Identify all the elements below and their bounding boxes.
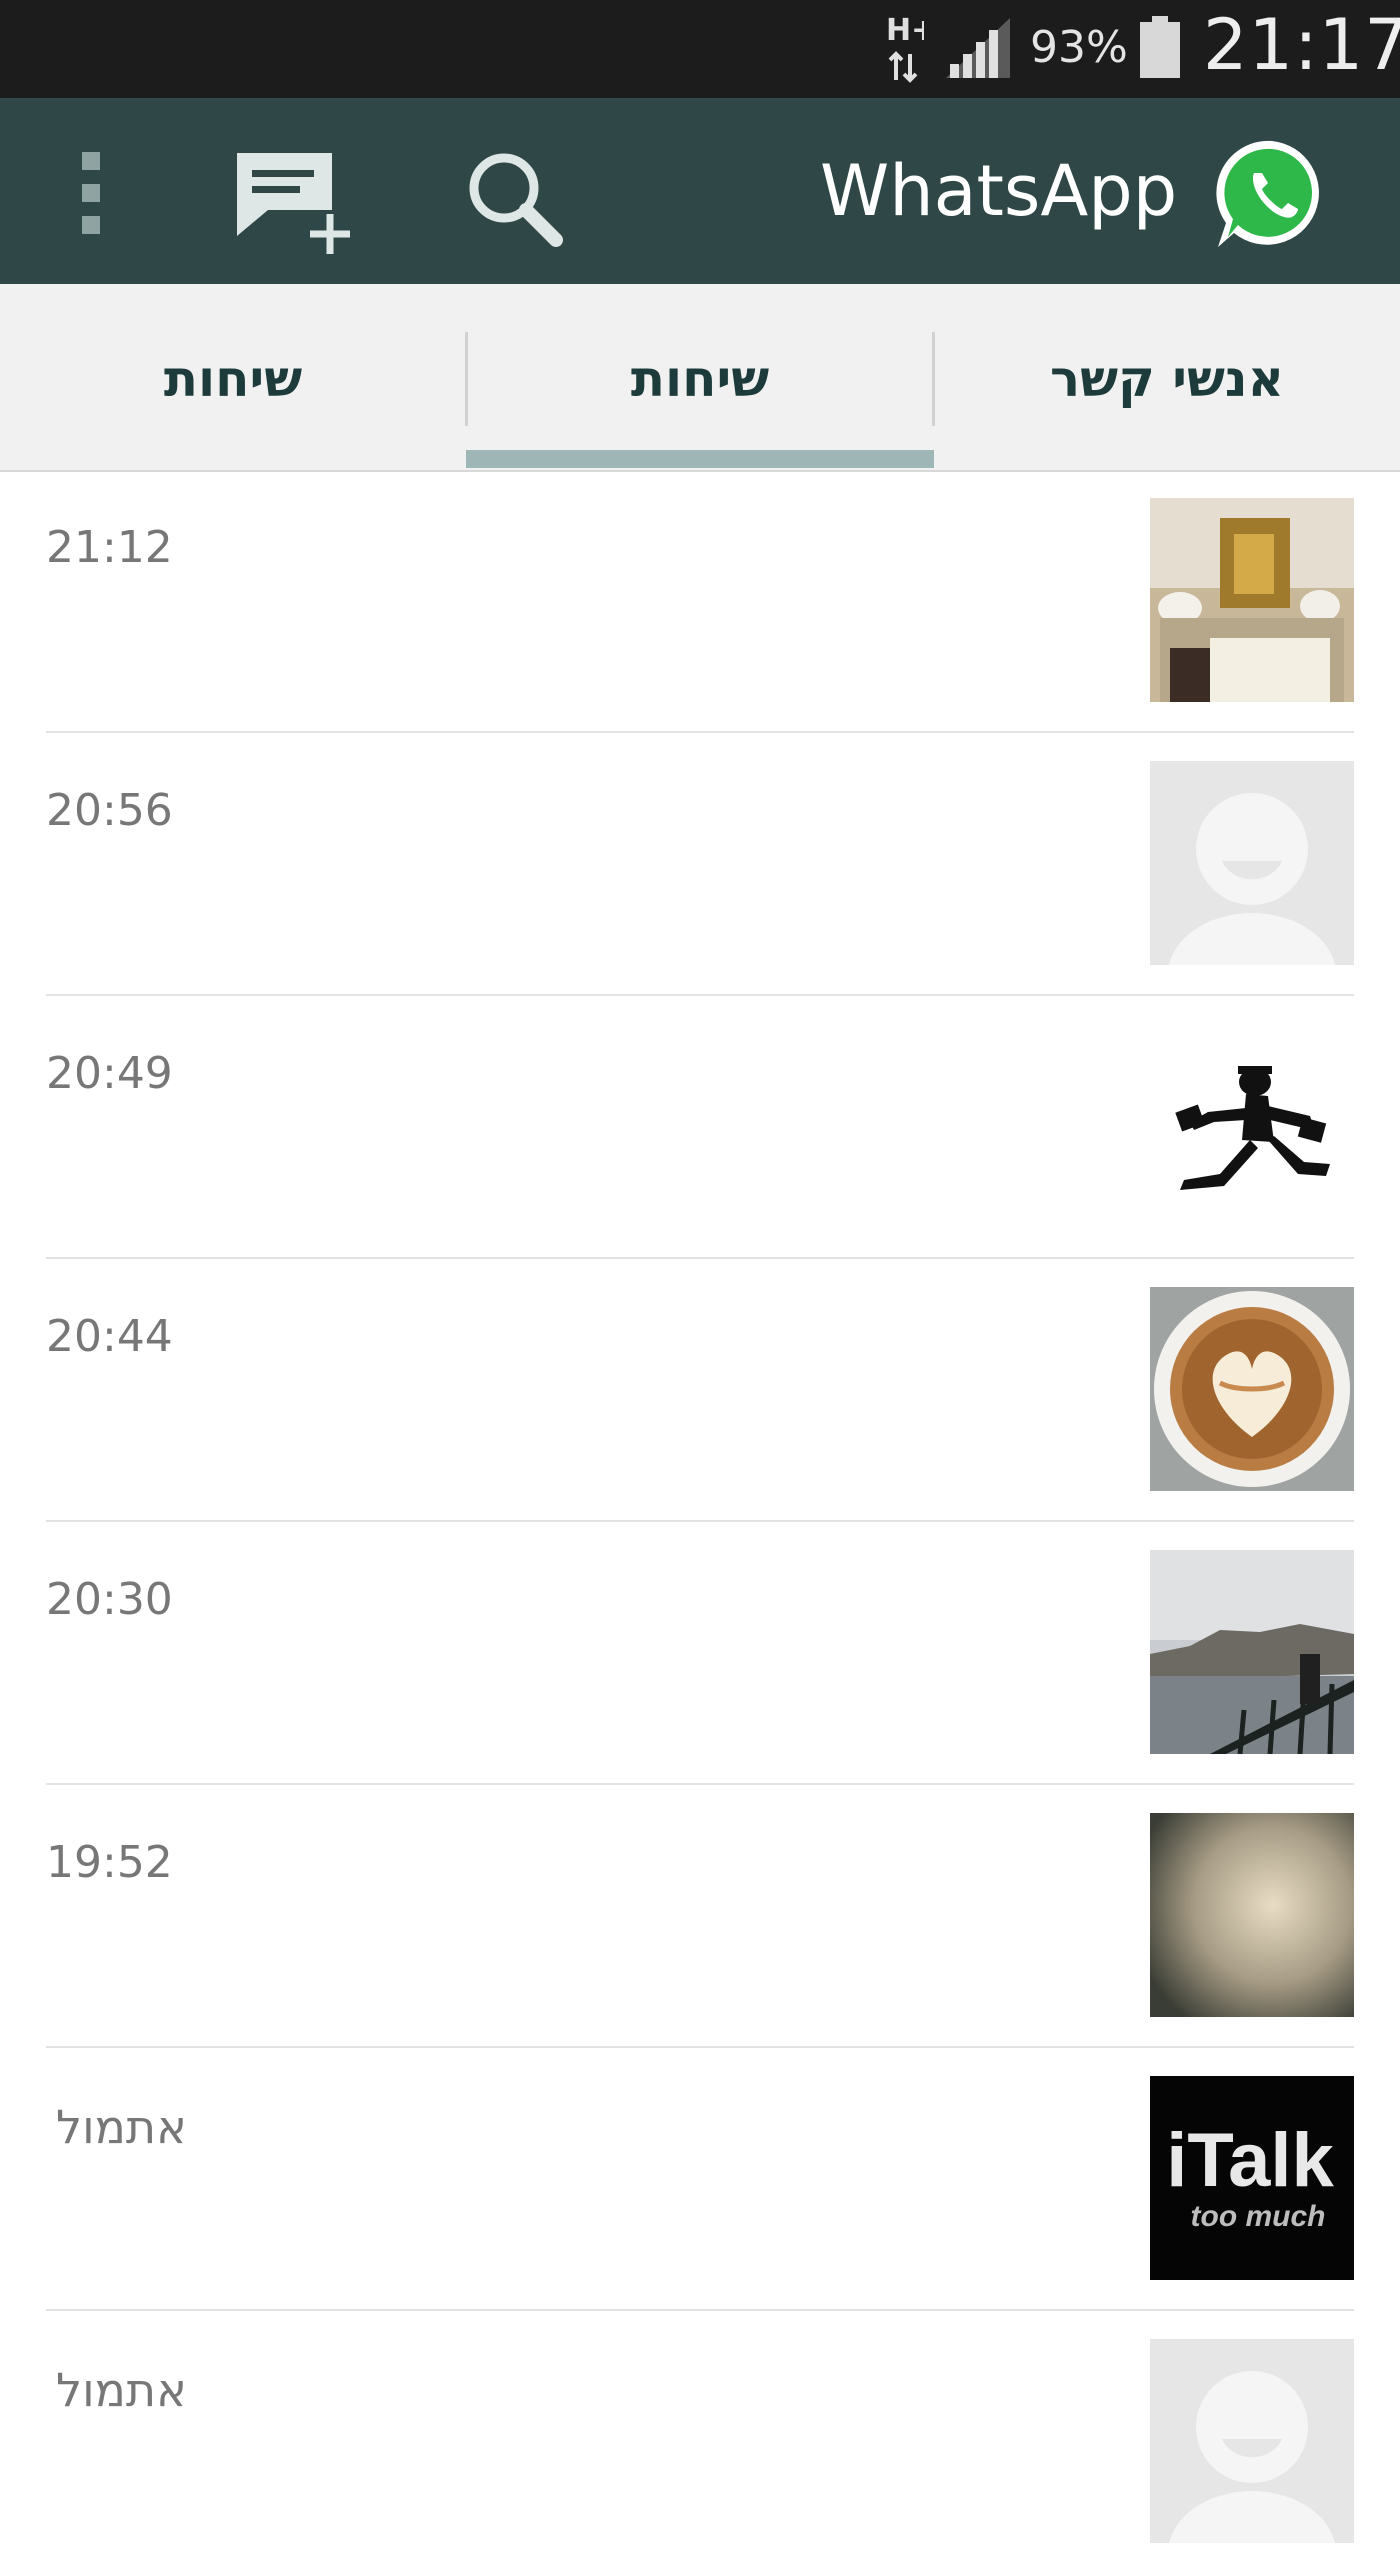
chat-row[interactable]: 20:49	[0, 996, 1400, 1259]
chat-time: אתמול	[56, 2363, 187, 2417]
network-arrows-icon: H+	[886, 13, 924, 83]
battery-percent: 93%	[1030, 22, 1128, 73]
battery-icon	[1140, 16, 1180, 78]
selected-tab-indicator	[466, 450, 934, 468]
default-contact-icon[interactable]	[1150, 761, 1354, 965]
chat-row[interactable]: 20:56	[0, 733, 1400, 996]
chat-time: 20:56	[46, 785, 173, 836]
chat-time: 21:12	[46, 522, 173, 573]
chat-row[interactable]: 19:52	[0, 1785, 1400, 2048]
contact-avatar[interactable]	[1150, 498, 1354, 702]
italk-logo-avatar[interactable]: iTalk too much	[1150, 2076, 1354, 2280]
chat-list: 21:12 20:56 20:49 20:44 20:30 19:52 אתמו…	[0, 470, 1400, 2543]
tab-bar: שיחות שיחות אנשי קשר	[0, 284, 1400, 472]
status-bar: H+ 93% 21:17	[0, 0, 1400, 98]
app-bar: WhatsApp	[0, 98, 1400, 286]
chat-row[interactable]: 20:30	[0, 1522, 1400, 1785]
running-figure-avatar[interactable]	[1150, 1024, 1354, 1228]
italk-logo-text: iTalk	[1166, 2118, 1334, 2203]
chat-time: 20:44	[46, 1311, 173, 1362]
chat-time: אתמול	[56, 2100, 187, 2154]
default-contact-icon[interactable]	[1150, 2339, 1354, 2543]
river-city-avatar[interactable]	[1150, 1550, 1354, 1754]
blurred-avatar[interactable]	[1150, 1813, 1354, 2017]
tab-contacts[interactable]: אנשי קשר	[934, 284, 1400, 470]
status-clock: 21:17	[1203, 4, 1400, 86]
italk-tagline: too much	[1191, 2200, 1326, 2233]
search-icon[interactable]	[460, 146, 570, 256]
chat-time: 20:30	[46, 1574, 173, 1625]
latte-avatar[interactable]	[1150, 1287, 1354, 1491]
chat-time: 19:52	[46, 1837, 173, 1888]
chat-time: 20:49	[46, 1048, 173, 1099]
chat-row[interactable]: 20:44	[0, 1259, 1400, 1522]
chat-row[interactable]: אתמול iTalk too much	[0, 2048, 1400, 2311]
chat-row[interactable]: 21:12	[0, 470, 1400, 733]
whatsapp-logo-icon	[1216, 140, 1319, 247]
tab-chats[interactable]: שיחות	[467, 284, 933, 470]
new-chat-icon[interactable]	[232, 148, 362, 258]
overflow-menu-icon[interactable]	[62, 148, 122, 238]
svg-text:H+: H+	[886, 13, 924, 48]
app-title: WhatsApp	[820, 150, 1178, 232]
signal-icon	[946, 18, 1010, 78]
tab-chats-left[interactable]: שיחות	[0, 284, 466, 470]
chat-row[interactable]: אתמול	[0, 2311, 1400, 2574]
